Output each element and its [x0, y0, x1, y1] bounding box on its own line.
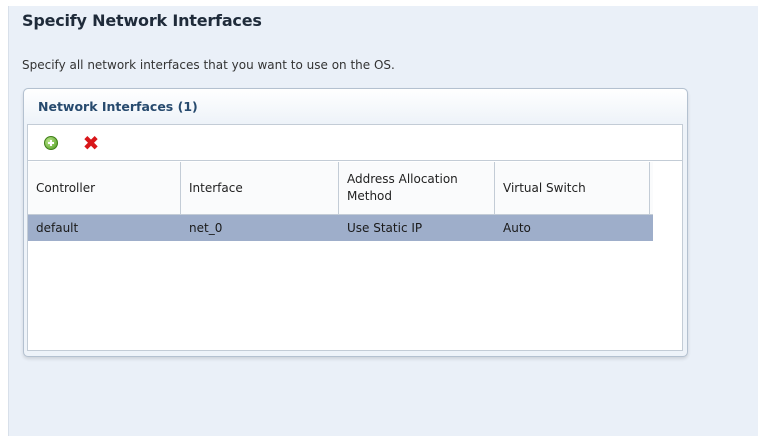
- table-header: Controller Interface Address Allocation …: [28, 162, 653, 215]
- cell-controller: default: [36, 221, 79, 235]
- panel-header: Network Interfaces (1): [24, 89, 687, 123]
- add-icon: [44, 136, 58, 150]
- column-header-virtual-switch[interactable]: Virtual Switch: [495, 162, 650, 214]
- page-title: Specify Network Interfaces: [22, 11, 262, 30]
- cell-virtual-switch: Auto: [503, 221, 531, 235]
- add-interface-button[interactable]: [41, 133, 61, 153]
- interfaces-table: Controller Interface Address Allocation …: [28, 162, 653, 241]
- page-description: Specify all network interfaces that you …: [22, 58, 395, 72]
- column-header-interface[interactable]: Interface: [181, 162, 339, 214]
- panel-title: Network Interfaces (1): [38, 99, 198, 114]
- cell-interface: net_0: [189, 221, 223, 235]
- page: Specify Network Interfaces Specify all n…: [0, 0, 758, 436]
- column-header-address-allocation-method[interactable]: Address Allocation Method: [339, 162, 495, 214]
- delete-interface-button[interactable]: ✖: [81, 133, 101, 153]
- network-interfaces-panel: Network Interfaces (1) ✖ Controller Inte…: [23, 88, 688, 357]
- cell-address-allocation-method: Use Static IP: [347, 221, 423, 235]
- panel-body: ✖ Controller Interface Address Allocatio…: [27, 124, 683, 351]
- delete-icon: ✖: [82, 131, 100, 155]
- column-header-controller[interactable]: Controller: [28, 162, 181, 214]
- toolbar: ✖: [28, 125, 682, 161]
- table-row[interactable]: default net_0 Use Static IP Auto: [28, 215, 653, 241]
